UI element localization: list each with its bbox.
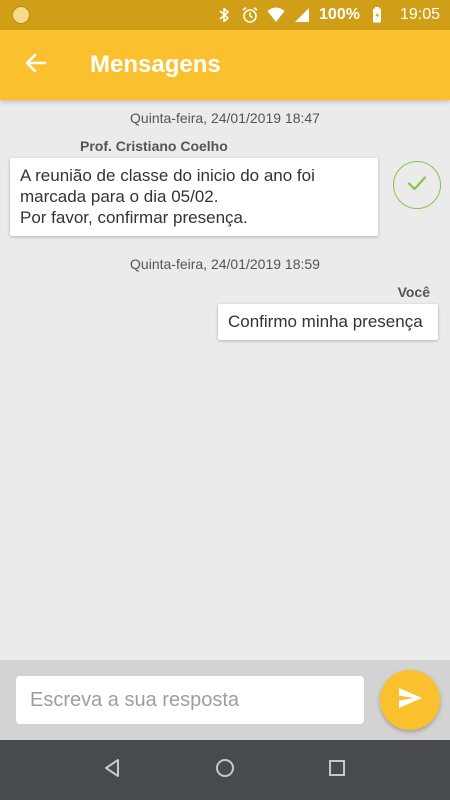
message-line: A reunião de classe do inicio do ano foi — [20, 166, 315, 185]
message-line: Por favor, confirmar presença. — [20, 208, 248, 227]
battery-percent: 100% — [319, 6, 360, 23]
reply-input[interactable] — [16, 676, 364, 724]
recents-square-icon — [326, 757, 348, 784]
back-button[interactable] — [18, 47, 54, 83]
nav-back-button[interactable] — [98, 756, 126, 784]
signal-icon — [293, 6, 311, 24]
status-icons: 100% 19:05 — [215, 0, 440, 30]
send-icon — [396, 684, 424, 717]
app-bar: Mensagens — [0, 30, 450, 100]
message-line: Confirmo minha presença — [228, 312, 423, 331]
reply-bar — [0, 660, 450, 740]
system-nav-bar — [0, 740, 450, 800]
notification-icon — [12, 6, 30, 24]
message-bubble-sent: Confirmo minha presença — [218, 304, 438, 340]
nav-home-button[interactable] — [211, 756, 239, 784]
message-bubble-received: A reunião de classe do inicio do ano foi… — [10, 158, 378, 236]
battery-charging-icon — [368, 6, 386, 24]
message-sender: Você — [397, 284, 430, 300]
checkmark-icon — [405, 171, 429, 200]
send-button[interactable] — [380, 670, 440, 730]
status-time: 19:05 — [399, 6, 440, 23]
message-timestamp: Quinta-feira, 24/01/2019 18:59 — [130, 256, 320, 272]
message-list: Quinta-feira, 24/01/2019 18:47 Prof. Cri… — [0, 100, 450, 660]
page-title: Mensagens — [90, 51, 221, 78]
message-line: marcada para o dia 05/02. — [20, 187, 219, 206]
status-bar: 100% 19:05 — [0, 0, 450, 30]
arrow-left-icon — [24, 51, 48, 80]
back-triangle-icon — [101, 757, 123, 784]
message-timestamp: Quinta-feira, 24/01/2019 18:47 — [130, 110, 320, 126]
alarm-icon — [241, 6, 259, 24]
home-circle-icon — [214, 757, 236, 784]
nav-recents-button[interactable] — [323, 756, 351, 784]
bluetooth-icon — [215, 6, 233, 24]
confirm-button[interactable] — [393, 161, 441, 209]
message-sender: Prof. Cristiano Coelho — [80, 138, 228, 154]
wifi-icon — [267, 6, 285, 24]
